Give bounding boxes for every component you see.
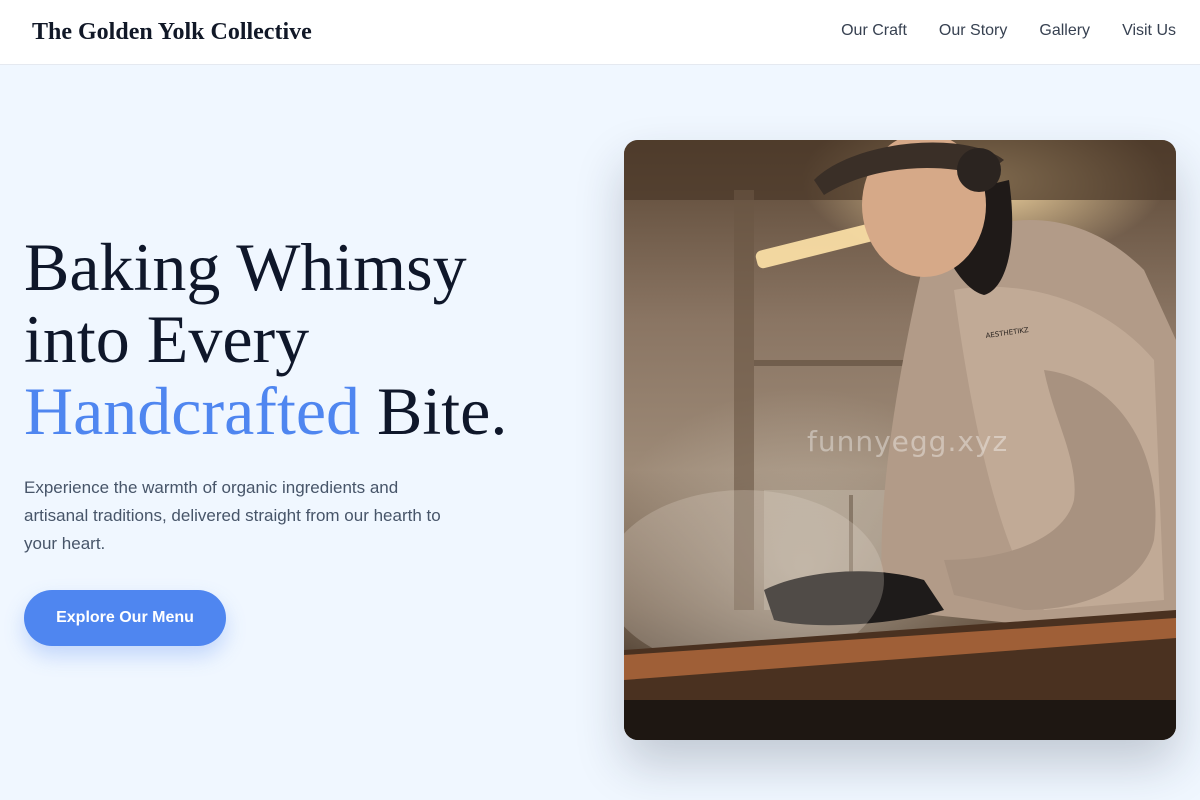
nav-link-visit-us[interactable]: Visit Us xyxy=(1122,20,1176,42)
nav-link-our-craft[interactable]: Our Craft xyxy=(841,20,907,42)
nav-link-our-story[interactable]: Our Story xyxy=(939,20,1007,42)
nav-link-gallery[interactable]: Gallery xyxy=(1039,20,1090,42)
site-header: The Golden Yolk Collective Our Craft Our… xyxy=(0,0,1200,65)
hero-subtitle: Experience the warmth of organic ingredi… xyxy=(24,478,441,553)
brand-logo[interactable]: The Golden Yolk Collective xyxy=(32,17,312,47)
explore-menu-button[interactable]: Explore Our Menu xyxy=(24,590,226,646)
main-nav: Our Craft Our Story Gallery Visit Us xyxy=(841,20,1176,42)
hero-image-baker: AESTHETIKZ funnyegg.xyz xyxy=(624,140,1176,740)
headline-line-2: into Every xyxy=(24,301,310,377)
headline-accent-word: Handcrafted xyxy=(24,373,361,449)
headline-end-word: Bite. xyxy=(377,373,508,449)
hero-headline: Baking Whimsy into Every Handcrafted Bit… xyxy=(24,231,584,447)
image-watermark: funnyegg.xyz xyxy=(807,425,1009,458)
headline-line-1: Baking Whimsy xyxy=(24,229,467,305)
